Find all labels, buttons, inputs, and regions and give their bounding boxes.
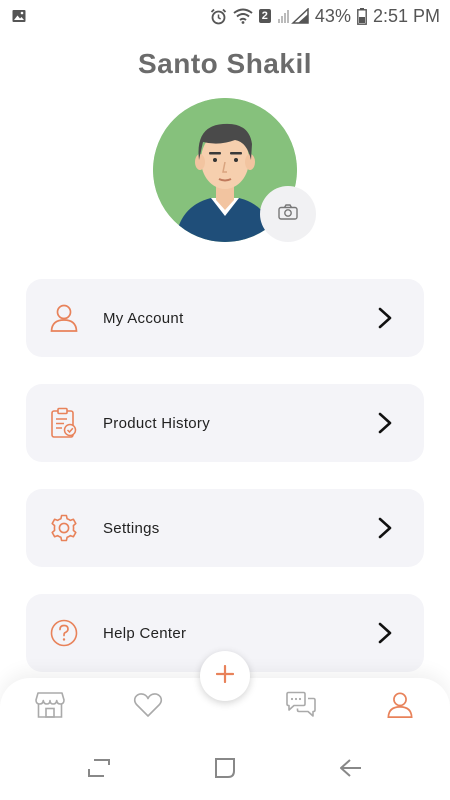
menu-label-product-history: Product History [103,414,211,432]
chevron-right-icon [376,516,394,540]
gallery-notification-icon [12,9,26,23]
add-button[interactable] [200,651,250,701]
avatar-container [153,98,316,242]
camera-icon [278,203,298,225]
alarm-icon [210,8,227,25]
nav-chat-button[interactable] [284,690,318,724]
plus-icon [215,664,235,688]
wifi-icon [233,8,253,24]
clipboard-check-icon [48,407,80,439]
system-nav-bar [0,740,450,800]
chevron-right-icon [376,621,394,645]
heart-icon [133,692,163,723]
status-bar: 2 43% 2:51 PM [0,0,450,32]
chevron-right-icon [376,411,394,435]
chat-icon [285,691,317,724]
menu-item-settings[interactable]: Settings [26,489,424,567]
nav-favorites-button[interactable] [131,690,165,724]
back-button[interactable] [336,756,366,784]
profile-name: Santo Shakil [137,48,313,79]
nav-profile-button[interactable] [383,690,417,724]
sim-badge: 2 [258,9,271,23]
change-photo-button[interactable] [260,186,316,242]
user-icon [386,691,414,724]
signal-icon [277,8,309,24]
gear-icon [48,512,80,544]
menu-label-help-center: Help Center [103,624,187,642]
back-arrow-icon [338,757,364,784]
nav-store-button[interactable] [33,690,67,724]
help-circle-icon [48,617,80,649]
status-time: 2:51 PM [372,5,440,26]
chevron-right-icon [376,306,394,330]
user-icon [48,302,80,334]
battery-icon [357,7,367,25]
store-icon [35,691,65,724]
menu-label-settings: Settings [103,519,160,537]
menu-item-product-history[interactable]: Product History [26,384,424,462]
recent-apps-button[interactable] [84,756,114,784]
recent-apps-icon [86,757,112,784]
home-square-icon [213,756,237,785]
menu-label-my-account: My Account [103,309,184,327]
battery-percent: 43% [314,5,351,26]
home-button[interactable] [210,756,240,784]
menu-item-my-account[interactable]: My Account [26,279,424,357]
